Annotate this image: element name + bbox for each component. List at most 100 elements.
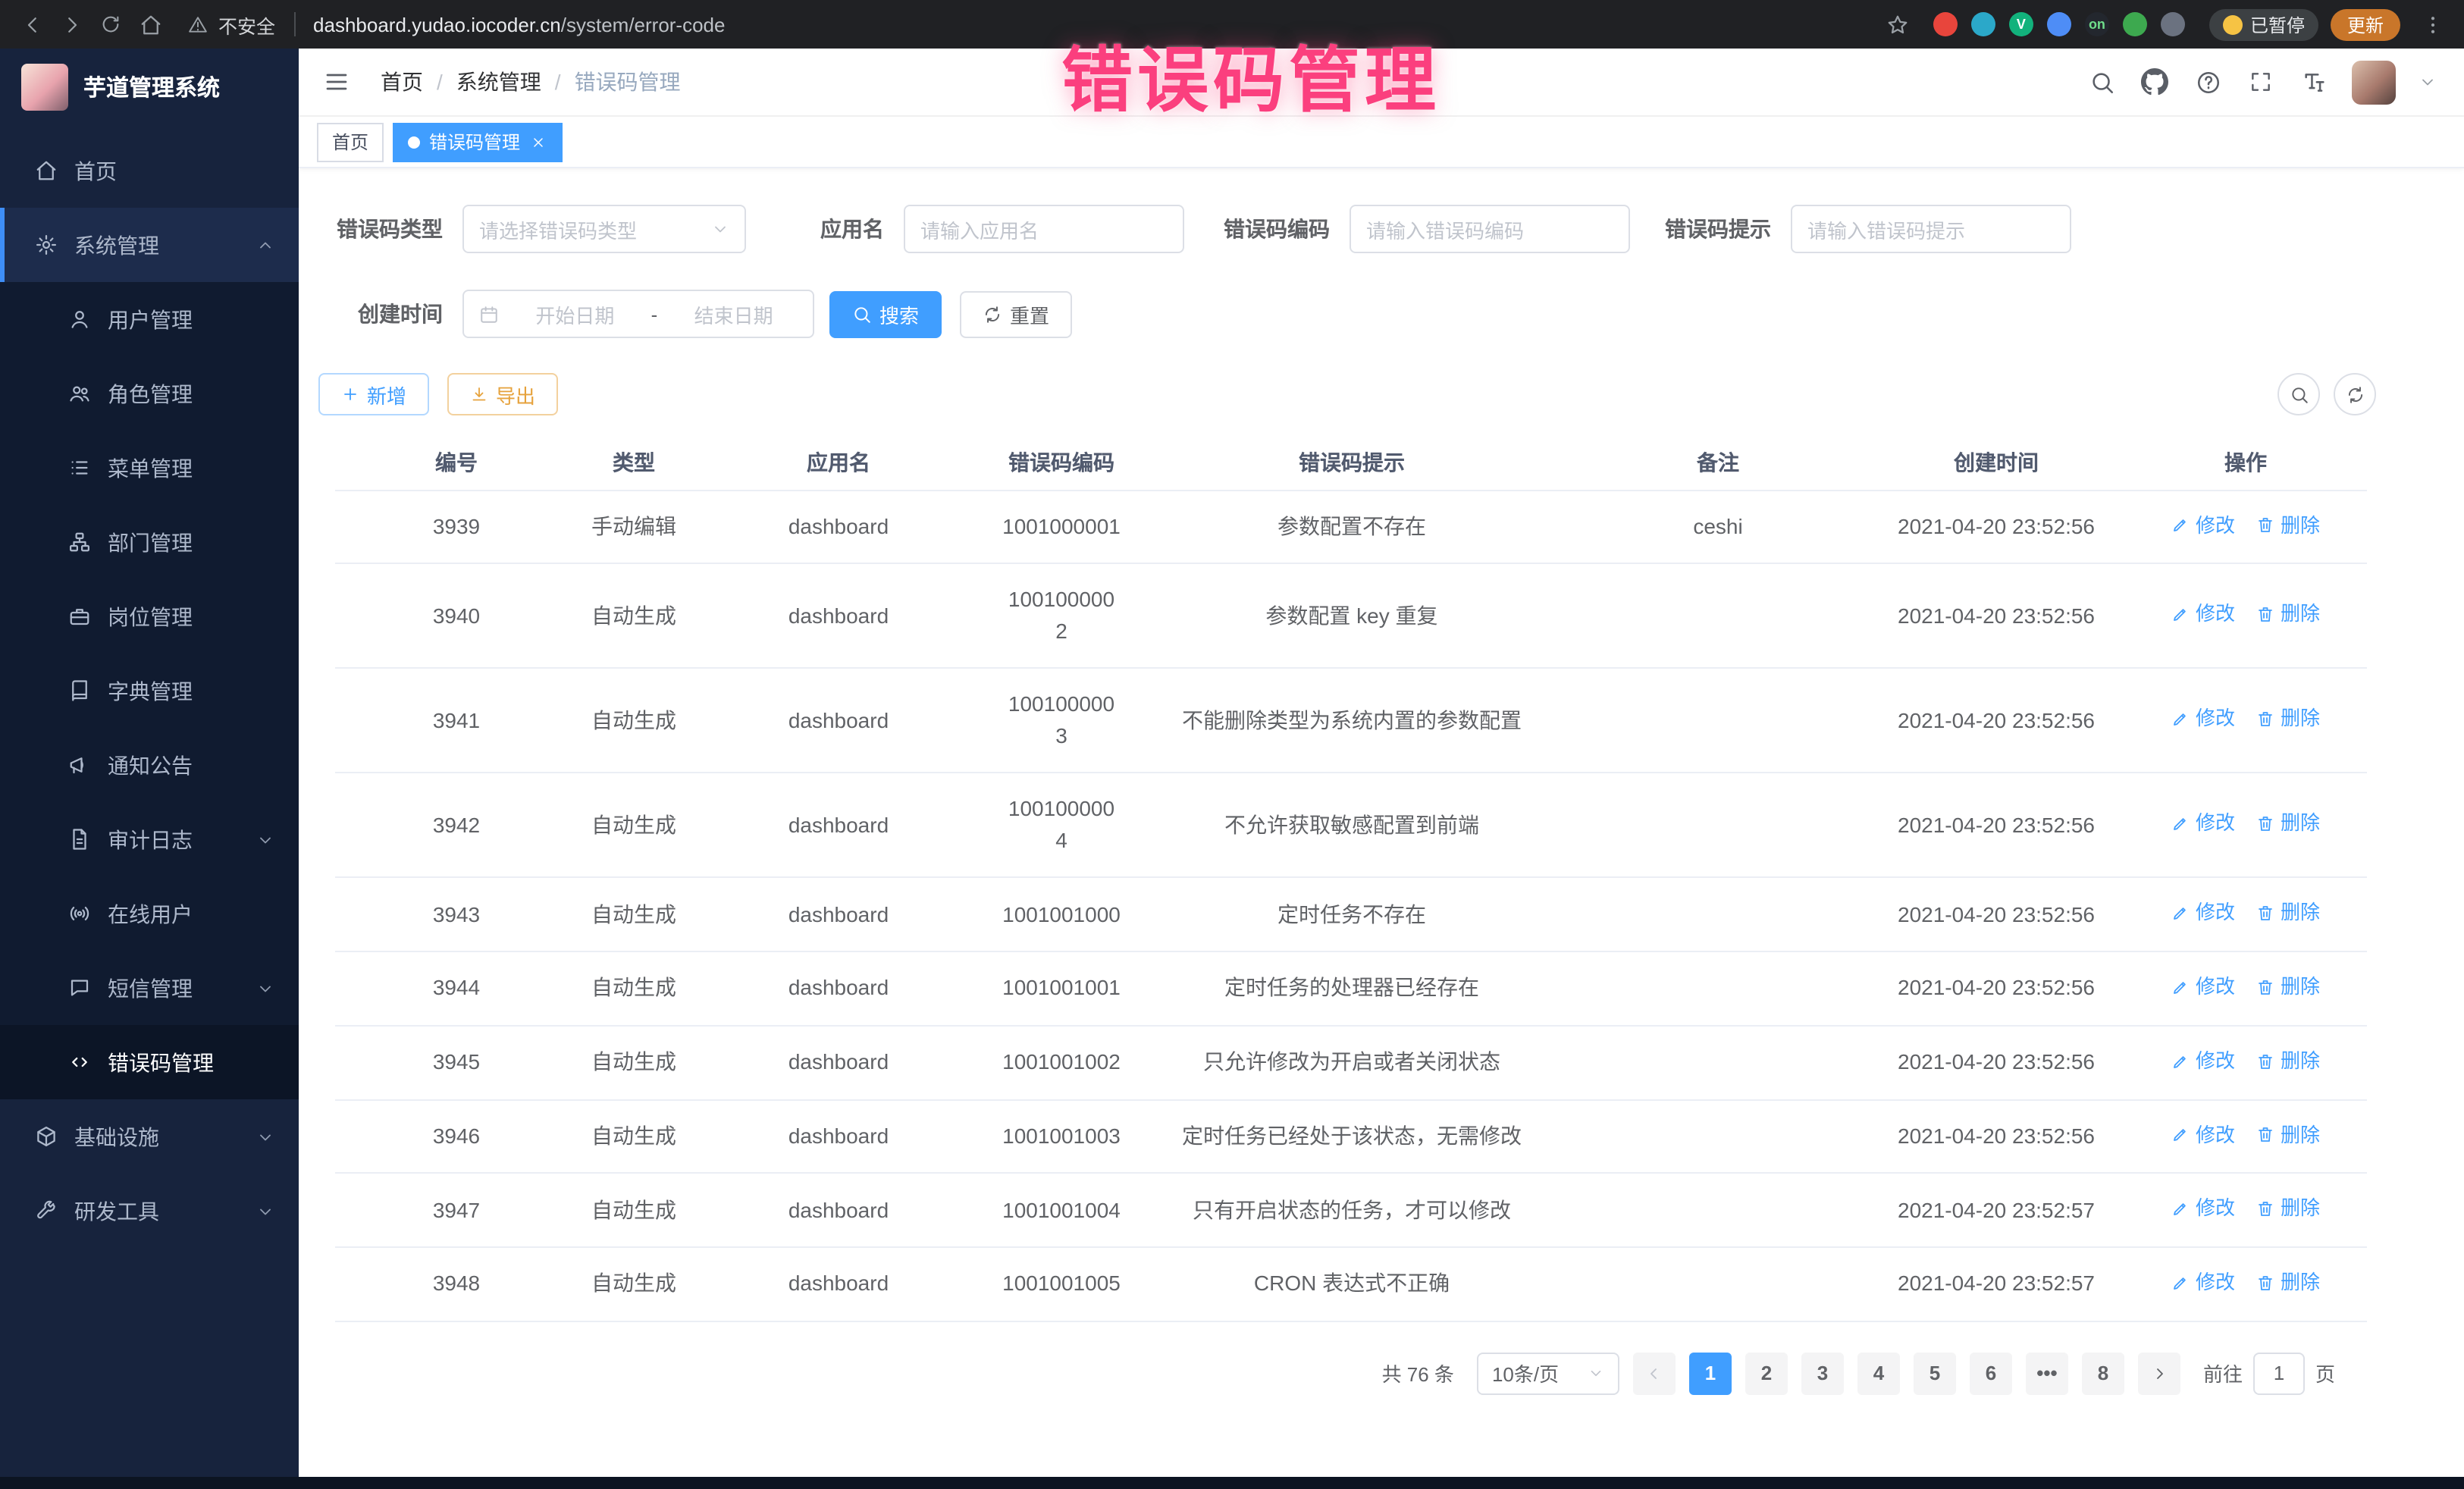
sidebar-item-infrastructure[interactable]: 基础设施 [0,1099,299,1174]
reset-button[interactable]: 重置 [960,290,1072,337]
edit-link[interactable]: 修改 [2171,1268,2235,1297]
delete-link[interactable]: 删除 [2256,510,2320,540]
prev-page-button[interactable] [1633,1353,1676,1395]
page-size-select[interactable]: 10条/页 [1477,1353,1619,1395]
avatar-caret-icon[interactable] [2419,73,2437,91]
page-button-5[interactable]: 5 [1914,1353,1956,1395]
delete-link[interactable]: 删除 [2256,898,2320,928]
address-bar[interactable]: dashboard.yudao.iocoder.cn/system/error-… [313,13,725,36]
edit-icon [2171,605,2190,623]
export-button[interactable]: 导出 [447,373,558,415]
fullscreen-icon[interactable] [2246,67,2276,97]
cell-app: dashboard [690,1247,987,1321]
sidebar-item-users[interactable]: 用户管理 [0,282,299,356]
bookmark-star-icon[interactable] [1879,5,1918,44]
edit-link[interactable]: 修改 [2171,972,2235,1002]
breadcrumb-home[interactable]: 首页 [381,67,423,97]
sidebar-item-label: 部门管理 [108,527,193,557]
tab-error-codes[interactable]: 错误码管理 [393,122,563,161]
sidebar-item-dev-tools[interactable]: 研发工具 [0,1174,299,1248]
tab-close-icon[interactable] [529,133,547,151]
page-ellipsis[interactable]: ••• [2026,1353,2068,1395]
sidebar-item-system[interactable]: 系统管理 [0,208,299,282]
sidebar-item-home[interactable]: 首页 [0,133,299,208]
page-button-4[interactable]: 4 [1857,1353,1900,1395]
edit-link[interactable]: 修改 [2171,1194,2235,1224]
sidebar-item-posts[interactable]: 岗位管理 [0,579,299,654]
divider [293,12,295,36]
delete-link[interactable]: 删除 [2256,972,2320,1002]
delete-link[interactable]: 删除 [2256,1268,2320,1297]
sidebar-item-error-codes[interactable]: 错误码管理 [0,1025,299,1099]
user-avatar[interactable] [2352,60,2396,104]
header-search-icon[interactable] [2086,67,2117,97]
sidebar-item-online-users[interactable]: 在线用户 [0,876,299,951]
search-button[interactable]: 搜索 [829,290,942,337]
browser-reload-icon[interactable] [91,5,130,44]
edit-link[interactable]: 修改 [2171,809,2235,839]
security-indicator[interactable]: 不安全 [185,5,275,44]
sidebar-item-departments[interactable]: 部门管理 [0,505,299,579]
edit-link[interactable]: 修改 [2171,704,2235,734]
delete-link[interactable]: 删除 [2256,1046,2320,1076]
cell-message: 参数配置 key 重复 [1136,564,1568,669]
cell-actions: 修改删除 [2124,1099,2367,1174]
extension-gray-pin-icon[interactable] [2161,12,2185,36]
extension-green-circle-icon[interactable] [2123,12,2147,36]
delete-link[interactable]: 删除 [2256,704,2320,734]
browser-home-icon[interactable] [130,5,170,44]
show-search-toggle-button[interactable] [2277,373,2320,415]
sidebar-toggle-icon[interactable] [320,65,353,99]
browser-forward-icon[interactable] [52,5,91,44]
cell-created: 2021-04-20 23:52:56 [1868,878,2124,952]
sidebar-item-audit-logs[interactable]: 审计日志 [0,802,299,876]
edit-link[interactable]: 修改 [2171,898,2235,928]
delete-link[interactable]: 删除 [2256,1120,2320,1149]
delete-link[interactable]: 删除 [2256,600,2320,629]
refresh-table-button[interactable] [2334,373,2376,415]
error-type-select[interactable]: 请选择错误码类型 [462,205,746,253]
browser-menu-kebab-icon[interactable] [2412,5,2452,44]
app-logo[interactable]: 芋道管理系统 [0,49,299,124]
add-button[interactable]: 新增 [318,373,429,415]
edit-link[interactable]: 修改 [2171,1120,2235,1149]
cell-type: 自动生成 [578,1174,690,1248]
extension-green-v-icon[interactable]: V [2009,12,2033,36]
column-header: 操作 [2124,435,2367,490]
profile-paused-badge[interactable]: 已暂停 [2209,8,2318,40]
delete-link[interactable]: 删除 [2256,1194,2320,1224]
edit-link[interactable]: 修改 [2171,600,2235,629]
next-page-button[interactable] [2138,1353,2180,1395]
browser-update-button[interactable]: 更新 [2331,8,2400,40]
error-code-input[interactable]: 请输入错误码编码 [1350,205,1630,253]
github-icon[interactable] [2140,67,2170,97]
page-button-6[interactable]: 6 [1970,1353,2012,1395]
help-icon[interactable] [2193,67,2223,97]
error-hint-input[interactable]: 请输入错误码提示 [1791,205,2071,253]
edit-link[interactable]: 修改 [2171,510,2235,540]
font-size-icon[interactable] [2299,67,2329,97]
extension-teal-circle-icon[interactable] [1971,12,1995,36]
goto-page-input[interactable] [2253,1353,2305,1395]
cell-message: 不允许获取敏感配置到前端 [1136,773,1568,878]
page-button-1[interactable]: 1 [1689,1353,1732,1395]
sidebar-item-notices[interactable]: 通知公告 [0,728,299,802]
browser-back-icon[interactable] [12,5,52,44]
sidebar-item-menus[interactable]: 菜单管理 [0,431,299,505]
sidebar-item-sms[interactable]: 短信管理 [0,951,299,1025]
page-button-8[interactable]: 8 [2082,1353,2124,1395]
table-row: 3940自动生成dashboard100100000 2参数配置 key 重复2… [335,564,2367,669]
edit-link[interactable]: 修改 [2171,1046,2235,1076]
page-button-2[interactable]: 2 [1745,1353,1788,1395]
page-button-3[interactable]: 3 [1801,1353,1844,1395]
delete-link[interactable]: 删除 [2256,809,2320,839]
tab-home[interactable]: 首页 [317,122,384,161]
extension-on-badge-icon[interactable]: on [2085,12,2109,36]
date-range-picker[interactable]: 开始日期 - 结束日期 [462,290,814,338]
extension-red-circle-icon[interactable] [1933,12,1958,36]
sidebar-item-roles[interactable]: 角色管理 [0,356,299,431]
extension-blue-grid-icon[interactable] [2047,12,2071,36]
app-name-input[interactable]: 请输入应用名 [904,205,1184,253]
sidebar-item-dicts[interactable]: 字典管理 [0,654,299,728]
breadcrumb-system[interactable]: 系统管理 [456,67,541,97]
